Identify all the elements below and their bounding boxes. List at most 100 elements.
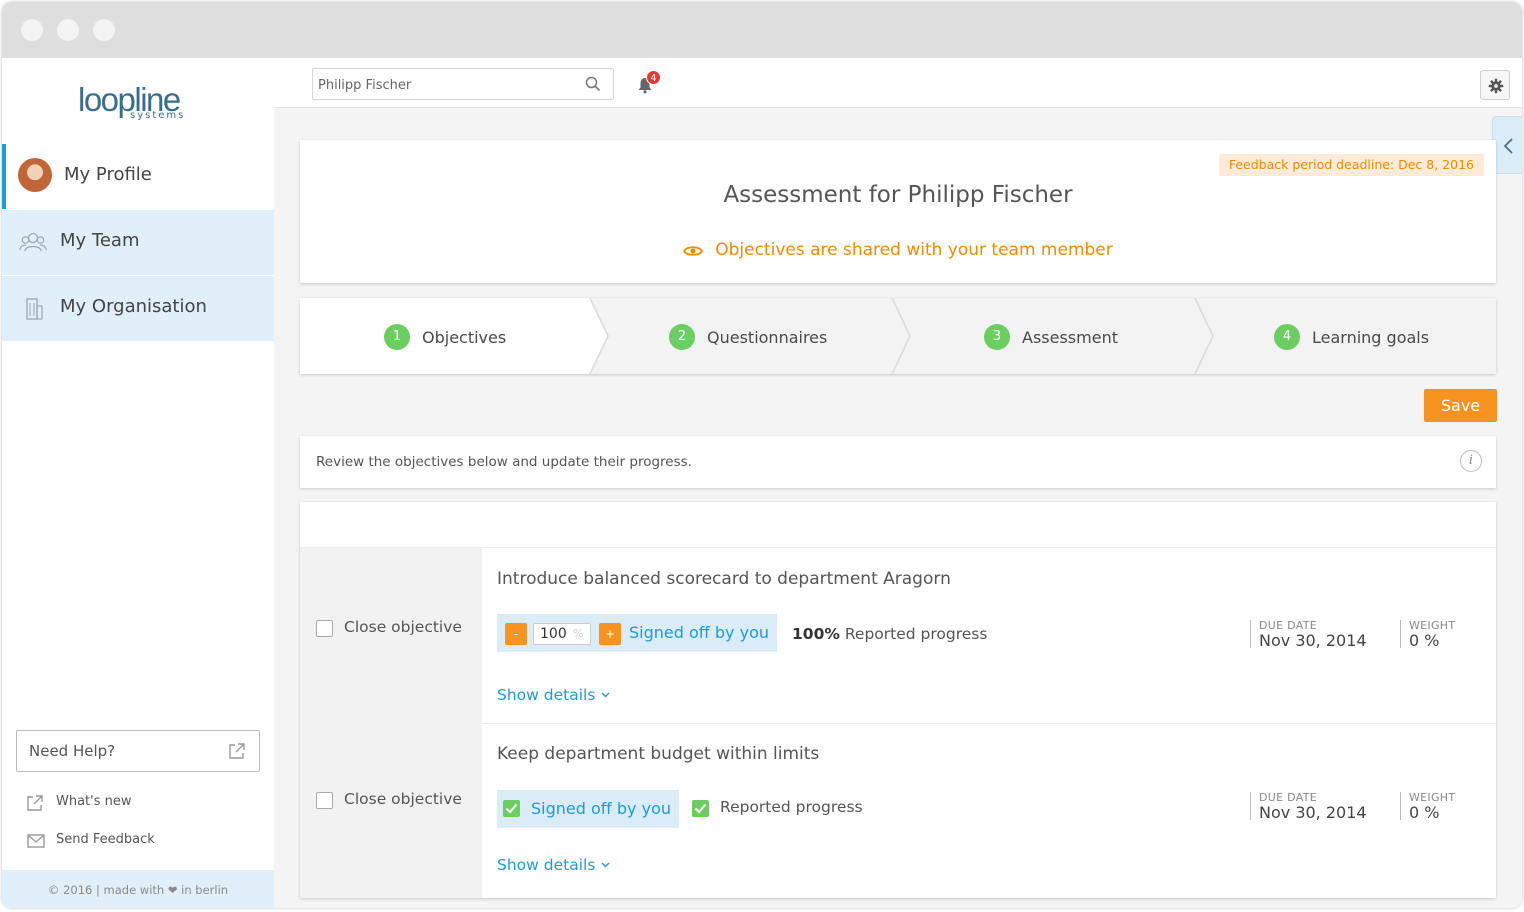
collapse-panel-tab[interactable] [1492,116,1522,174]
logo-subtitle: systems [130,110,186,121]
search-box [312,68,614,100]
deadline-badge: Feedback period deadline: Dec 8, 2016 [1218,154,1484,176]
step-assessment[interactable]: 3 Assessment [984,324,1118,350]
sidebar-item-my-profile[interactable]: My Profile [2,144,274,209]
team-icon [19,232,47,252]
objective-close-column: Close objective [300,548,482,724]
signed-off-checkbox[interactable] [503,800,520,817]
reported-progress: 100% Reported progress [792,625,987,643]
reported-progress-value: 100% [792,625,840,643]
check-icon [694,803,707,814]
sidebar-item-label: My Profile [64,164,152,185]
window-close-control[interactable] [21,19,43,41]
weight-field: WEIGHT 0 % [1400,792,1455,822]
objectives-list-header [300,502,1496,548]
due-date-field: DUE DATE Nov 30, 2014 [1250,792,1367,822]
top-bar: 4 [274,58,1522,108]
save-button[interactable]: Save [1424,389,1497,422]
window-maximize-control[interactable] [93,19,115,41]
objectives-list: Close objective Introduce balanced score… [300,502,1496,898]
need-help-button[interactable]: Need Help? [16,730,260,772]
show-details-link[interactable]: Show details [497,686,610,704]
chevron-down-icon [601,862,610,868]
due-date-value: Nov 30, 2014 [1259,803,1367,822]
step-objectives[interactable]: 1 Objectives [384,324,506,350]
close-objective-checkbox[interactable] [316,792,333,809]
step-label: Objectives [422,327,507,347]
objective-item: Keep department budget within limits Sig… [482,724,1496,898]
close-objective-checkbox[interactable] [316,620,333,637]
chevron-left-icon [1503,138,1513,154]
step-questionnaires[interactable]: 2 Questionnaires [669,324,827,350]
sidebar: loopline systems My Profile My Team My O… [2,58,274,908]
sidebar-item-label: My Organisation [60,296,207,317]
send-feedback-label: Send Feedback [56,832,155,847]
assessment-header-card: Feedback period deadline: Dec 8, 2016 As… [300,140,1496,283]
step-number: 2 [669,324,695,350]
show-details-link[interactable]: Show details [497,856,610,874]
reported-progress-checkbox[interactable] [692,800,709,817]
reported-progress-label: Reported progress [720,798,863,816]
notification-count-badge: 4 [646,70,661,85]
window-titlebar [2,2,1522,58]
sidebar-item-label: My Team [60,230,140,251]
signed-off-label: Signed off by you [531,799,671,818]
decrease-progress-button[interactable]: - [505,623,527,645]
info-card: Review the objectives below and update t… [300,436,1496,488]
check-icon [505,803,518,814]
search-input[interactable] [318,75,568,95]
close-objective-label: Close objective [344,618,462,636]
signoff-box: Signed off by you [497,790,679,828]
reported-progress-label: Reported progress [844,625,988,643]
step-label: Learning goals [1312,327,1430,347]
gear-icon [1488,78,1504,94]
sidebar-footer: © 2016 | made with ❤ in berlin [2,870,274,908]
app-logo[interactable]: loopline systems [78,82,208,128]
page-title: Assessment for Philipp Fischer [723,182,1073,208]
objective-close-column: Close objective [300,724,482,898]
shared-notice-text: Objectives are shared with your team mem… [715,240,1113,260]
info-icon[interactable]: i [1460,450,1482,472]
footer-text: © 2016 | made with ❤ in berlin [47,883,229,897]
step-number: 1 [384,324,410,350]
building-icon [26,298,43,320]
progress-unit: % [573,627,584,640]
info-text: Review the objectives below and update t… [316,454,692,470]
search-icon[interactable] [585,76,601,92]
show-details-label: Show details [497,686,596,704]
weight-field: WEIGHT 0 % [1400,620,1455,650]
chevron-down-icon [601,692,610,698]
objective-title: Keep department budget within limits [497,744,820,764]
increase-progress-button[interactable]: + [599,623,621,645]
progress-value: 100 [540,626,567,642]
sidebar-item-my-organisation[interactable]: My Organisation [2,276,274,341]
step-number: 3 [984,324,1010,350]
show-details-label: Show details [497,856,596,874]
step-label: Questionnaires [707,327,828,347]
sidebar-item-my-team[interactable]: My Team [2,210,274,275]
objective-title: Introduce balanced scorecard to departme… [497,569,951,589]
step-learning-goals[interactable]: 4 Learning goals [1274,324,1429,350]
avatar [18,158,52,192]
weight-value: 0 % [1409,631,1440,650]
step-number: 4 [1274,324,1300,350]
progress-input[interactable]: 100 % [533,623,591,645]
close-objective-label: Close objective [344,790,462,808]
assessment-steps: 1 Objectives 2 Questionnaires 3 Assessme… [300,298,1496,374]
settings-button[interactable] [1480,70,1510,100]
weight-value: 0 % [1409,803,1440,822]
external-link-icon [229,743,245,759]
envelope-icon [27,834,45,848]
objective-item: Introduce balanced scorecard to departme… [482,548,1496,724]
need-help-label: Need Help? [29,742,116,760]
step-label: Assessment [1022,327,1118,347]
signed-off-label: Signed off by you [629,623,769,642]
due-date-value: Nov 30, 2014 [1259,631,1367,650]
due-date-field: DUE DATE Nov 30, 2014 [1250,620,1367,650]
whats-new-label: What's new [56,794,132,809]
app-window: loopline systems My Profile My Team My O… [2,2,1522,908]
window-minimize-control[interactable] [57,19,79,41]
signoff-progress-box: - 100 % + Signed off by you [497,614,777,652]
external-link-icon [27,795,43,811]
shared-notice: Objectives are shared with your team mem… [300,240,1496,260]
